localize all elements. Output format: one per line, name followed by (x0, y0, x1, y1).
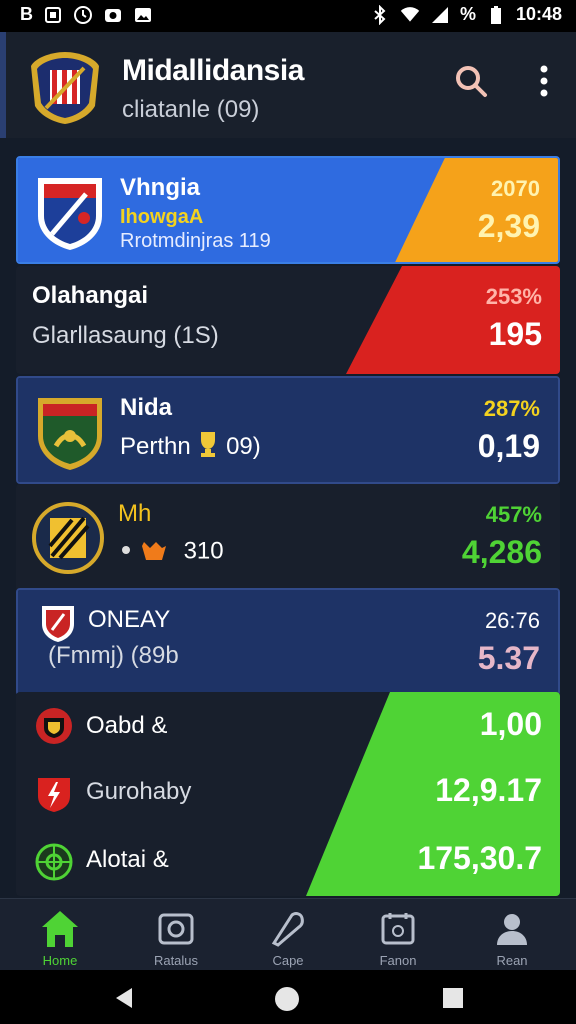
search-icon (456, 66, 487, 97)
team-card[interactable]: Olahangai Glarllasaung (1S) 253% 195 (16, 266, 560, 374)
team-name: Nida (120, 394, 173, 421)
row-value: 1,00 (479, 706, 542, 742)
wifi-icon (400, 5, 420, 25)
score-value: 2,39 (477, 208, 540, 244)
percent-value: 457% (485, 502, 542, 527)
team-subtitle-suffix: 09) (226, 432, 261, 460)
row-name: Gurohaby (86, 778, 192, 805)
bottom-navigation: Home Ratalus Cape Fanon Rean (0, 898, 576, 971)
tab-home[interactable]: Home (10, 909, 110, 969)
tab-label: Ratalus (153, 953, 199, 968)
standings-row[interactable]: Oabd & 1,00 (16, 692, 560, 760)
home-icon (42, 911, 78, 947)
team-badge-icon (32, 392, 108, 472)
recents-button[interactable] (442, 987, 464, 1009)
status-time: 10:48 (515, 4, 562, 24)
status-left: B (20, 4, 153, 25)
club-crest-logo (26, 48, 104, 126)
team-subtitle: Perthn 09) (120, 430, 261, 465)
red-badge-icon (34, 706, 74, 746)
battery-text: % (459, 4, 476, 24)
status-right: % 10:48 (370, 4, 562, 25)
tab-rean[interactable]: Rean (462, 909, 562, 969)
percent-value: 253% (485, 284, 542, 309)
team-card[interactable]: Nida Perthn 09) 287% 0,19 (16, 376, 560, 484)
percent-value: 2070 (491, 176, 540, 201)
page-subtitle: cliatanle (09) (122, 96, 260, 123)
row-name: Alotai & (86, 846, 169, 873)
score-value: 4,286 (461, 534, 542, 570)
back-button[interactable] (112, 986, 136, 1010)
team-subtitle: 310 (118, 534, 224, 572)
status-bar: B % 10:48 (0, 0, 576, 32)
tab-label: Rean (496, 953, 528, 968)
team-crest-icon (30, 498, 106, 578)
team-card[interactable]: ONEAY (Fmmj) (89b 26:76 5.37 (16, 588, 560, 696)
team-subtitle: (Fmmj) (89b (48, 642, 179, 669)
search-button[interactable] (450, 60, 492, 102)
tab-ratalus[interactable]: Ratalus (126, 909, 226, 969)
more-vertical-icon (540, 65, 548, 97)
lightning-badge-icon (34, 774, 74, 814)
person-icon (497, 914, 527, 945)
team-name: Olahangai (32, 282, 149, 309)
score-value: 195 (488, 316, 542, 352)
team-shield-icon (32, 172, 108, 252)
status-left-text: B (20, 4, 33, 24)
home-system-button[interactable] (274, 986, 300, 1012)
team-subtitle-suffix: 310 (183, 537, 224, 565)
team-subtitle: Glarllasaung (1S) (32, 322, 219, 349)
camera-status-icon (103, 5, 123, 25)
tab-label: Home (42, 953, 78, 968)
recents-square-icon (443, 988, 463, 1008)
standings-row[interactable]: Alotai & 175,30.7 (16, 828, 560, 896)
page-title: Midallidansia (122, 54, 304, 87)
tab-label: Fanon (379, 953, 417, 968)
row-name: Oabd & (86, 712, 168, 739)
system-navigation-bar (0, 970, 576, 1024)
tab-cape[interactable]: Cape (238, 909, 338, 969)
camera-icon (158, 913, 194, 945)
tag-icon (271, 912, 304, 947)
team-subtitle-text: Perthn (120, 432, 191, 460)
trophy-icon (197, 430, 219, 465)
team-subtitle: IhowgaA (120, 206, 204, 228)
percent-value: 287% (483, 396, 540, 421)
fox-icon (118, 534, 178, 572)
signal-icon (430, 5, 450, 25)
score-value: 5.37 (477, 640, 540, 676)
bluetooth-icon (370, 4, 390, 25)
tab-label: Cape (272, 953, 304, 968)
image-status-icon (133, 5, 153, 25)
percent-value: 26:76 (484, 608, 540, 633)
row-value: 175,30.7 (417, 840, 542, 876)
back-triangle-icon (116, 988, 132, 1008)
app-header: Midallidansia cliatanle (09) (0, 32, 576, 138)
team-small-shield-icon (38, 602, 78, 646)
more-options-button[interactable] (526, 60, 562, 102)
team-detail: Rrotmdinjras 119 (120, 230, 271, 252)
standings-card: Oabd & 1,00 Gurohaby 12,9.17 Alotai & 17… (16, 692, 560, 896)
team-name: Mh (118, 500, 152, 527)
standings-row[interactable]: Gurohaby 12,9.17 (16, 760, 560, 828)
clock-icon (73, 5, 93, 25)
green-badge-icon (34, 842, 74, 882)
team-name: Vhngia (120, 174, 201, 201)
notification-icon (43, 5, 63, 25)
home-circle-icon (275, 987, 299, 1011)
tab-fanon[interactable]: Fanon (348, 909, 448, 969)
row-value: 12,9.17 (435, 772, 542, 808)
score-value: 0,19 (477, 428, 540, 464)
calendar-icon (381, 913, 415, 945)
battery-icon (486, 5, 506, 25)
team-card[interactable]: Mh 310 457% 4,286 (16, 484, 560, 592)
team-card[interactable]: Vhngia IhowgaA Rrotmdinjras 119 2070 2,3… (16, 156, 560, 264)
team-name: ONEAY (88, 606, 171, 633)
